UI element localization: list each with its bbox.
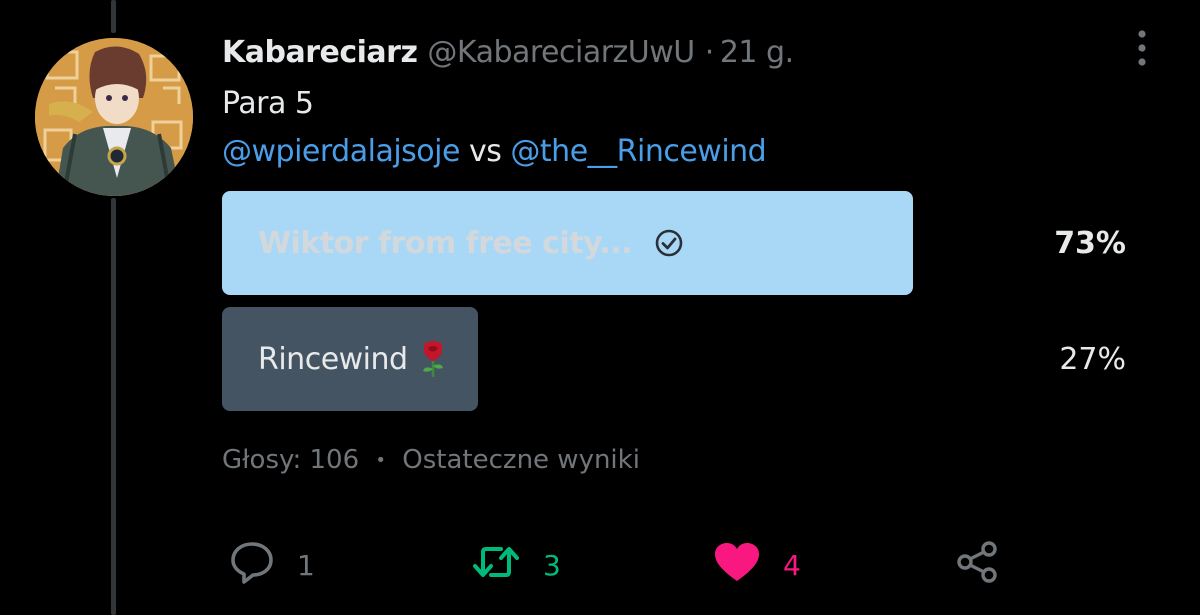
check-circle-icon [654, 228, 684, 258]
poll-option-2-percent: 27% [1059, 341, 1126, 377]
retweet-icon [471, 542, 521, 589]
share-icon [955, 539, 1001, 592]
reply-button[interactable]: 1 [229, 540, 315, 590]
retweet-count: 3 [543, 548, 561, 582]
poll-option-1-label: Wiktor from free city... [258, 225, 633, 261]
user-handle[interactable]: @KabareciarzUwU [427, 35, 695, 70]
tweet-header: Kabareciarz @KabareciarzUwU · 21 g. [222, 26, 794, 78]
header-separator: · [704, 34, 715, 70]
poll-footer: Głosy: 106 • Ostateczne wyniki [222, 445, 640, 475]
poll-option-1-percent: 73% [1054, 225, 1126, 261]
tweet-text: Para 5 @wpierdalajsoje vs @the__Rincewin… [222, 82, 767, 174]
poll-status: Ostateczne wyniki [402, 445, 640, 475]
mention-link-1[interactable]: @wpierdalajsoje [222, 134, 460, 169]
like-count: 4 [783, 548, 801, 582]
poll-votes: Głosy: 106 [222, 445, 360, 475]
reply-icon [229, 540, 275, 591]
vs-text: vs [468, 134, 502, 169]
poll-option-2: Rincewind [258, 307, 448, 411]
poll-option-1: Wiktor from free city... [258, 191, 684, 295]
tweet-text-line2: @wpierdalajsoje vs @the__Rincewind [222, 130, 767, 174]
poll-option-2-label: Rincewind [258, 341, 408, 377]
share-button[interactable] [955, 540, 1001, 590]
reply-count: 1 [297, 548, 315, 582]
thread-line-bottom [111, 198, 116, 615]
mention-link-2[interactable]: @the__Rincewind [510, 134, 766, 169]
like-button[interactable]: 4 [713, 540, 801, 590]
display-name[interactable]: Kabareciarz [222, 35, 418, 70]
tweet-text-line1: Para 5 [222, 86, 314, 121]
rose-icon [418, 339, 448, 379]
thread-line-top [111, 0, 116, 33]
more-options-icon[interactable] [1118, 24, 1166, 72]
retweet-button[interactable]: 3 [471, 540, 561, 590]
poll-footer-bullet: • [375, 450, 387, 471]
tweet-timestamp[interactable]: 21 g. [720, 35, 794, 70]
heart-icon [713, 541, 761, 590]
avatar[interactable] [35, 38, 193, 196]
